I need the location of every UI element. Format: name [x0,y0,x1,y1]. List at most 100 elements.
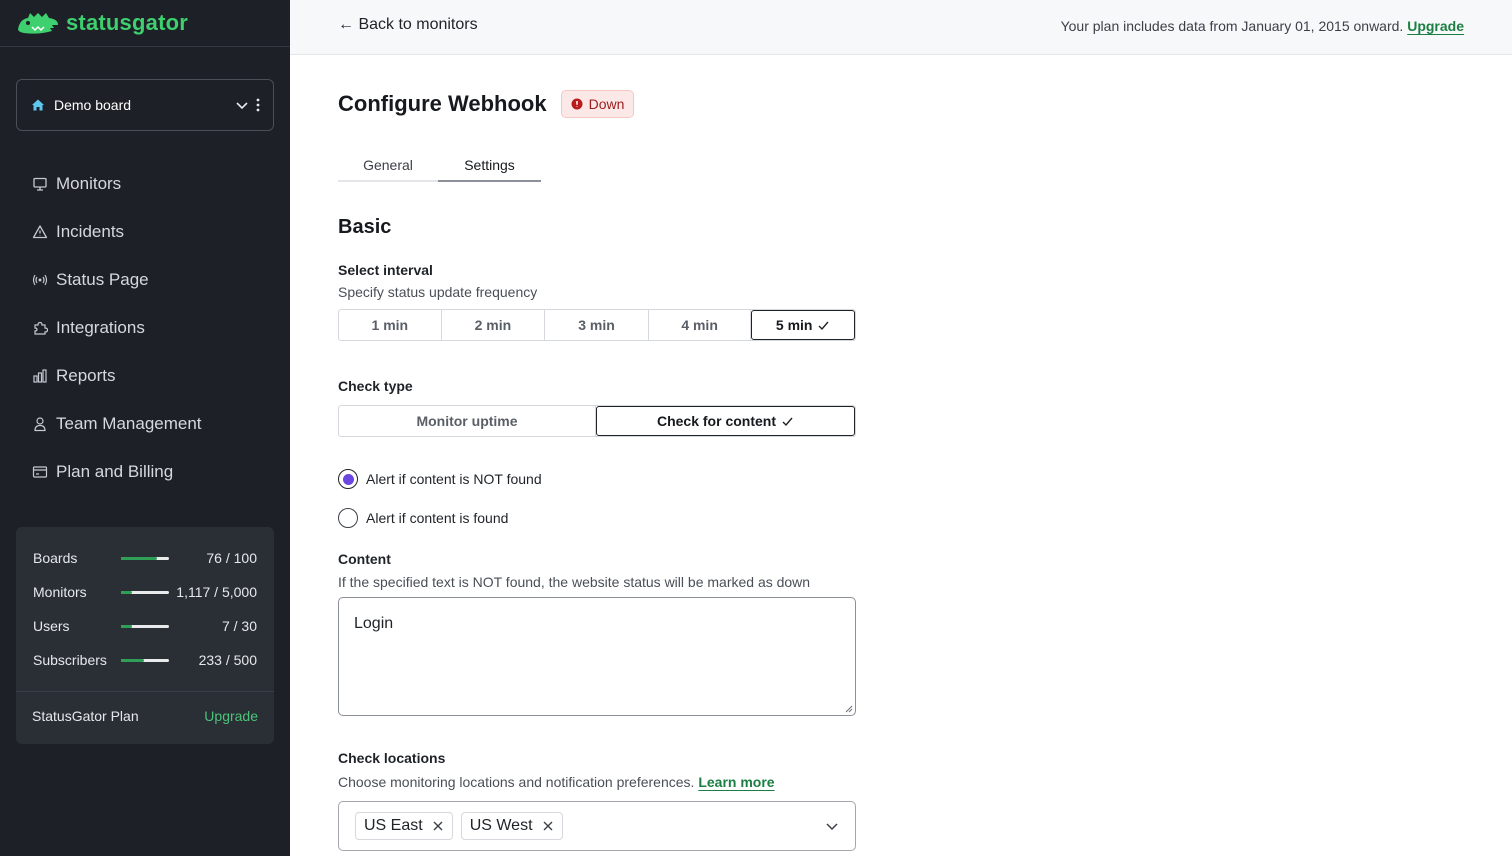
bar-chart-icon [33,369,47,383]
radio-button[interactable] [338,469,358,489]
board-name: Demo board [54,97,132,113]
monitor-icon [33,177,47,191]
plan-row: StatusGator Plan Upgrade [32,708,258,724]
alert-found-option[interactable]: Alert if content is found [338,508,508,528]
divider [16,691,274,692]
usage-bar-fill [121,624,133,628]
page-title: Configure Webhook [338,91,547,116]
learn-more-link[interactable]: Learn more [698,774,774,790]
usage-row-monitors: Monitors 1,117 / 5,000 [33,582,257,602]
chevron-down-icon[interactable] [825,819,839,833]
content-label: Content [338,551,391,567]
radio-button[interactable] [338,508,358,528]
radio-label: Alert if content is found [366,510,509,526]
locations-hint: Choose monitoring locations and notifica… [338,774,775,790]
nav-item-monitors[interactable]: Monitors [16,160,274,208]
interval-option-5min[interactable]: 5 min [751,310,855,340]
divider [0,46,290,47]
nav-item-integrations[interactable]: Integrations [16,304,274,352]
brand-logo-link[interactable]: statusgator [16,8,188,38]
back-to-monitors-link[interactable]: ← Back to monitors [338,16,478,34]
check-icon [818,321,830,330]
usage-bar [121,590,169,594]
chip-label: US East [364,817,423,834]
status-badge: Down [560,90,635,118]
interval-option-3min[interactable]: 3 min [545,310,649,340]
nav-item-incidents[interactable]: Incidents [16,208,274,256]
usage-bar [121,624,169,628]
main-nav: Monitors Incidents Status Page Integrati… [16,160,274,496]
nav-item-plan-billing[interactable]: Plan and Billing [16,448,274,496]
usage-bar-fill [121,556,158,560]
usage-value: 7 / 30 [221,618,257,634]
page-header: Configure Webhook Down [338,90,635,118]
content-hint: If the specified text is NOT found, the … [338,574,811,590]
nav-label: Monitors [56,174,122,193]
nav-label: Plan and Billing [56,462,174,481]
topbar-upgrade-link[interactable]: Upgrade [1407,18,1464,34]
tab-settings[interactable]: Settings [438,150,541,182]
nav-item-status-page[interactable]: Status Page [16,256,274,304]
usage-bar-fill [121,658,144,662]
puzzle-icon [34,321,48,335]
board-selector[interactable]: Demo board [16,79,274,131]
option-label: Monitor uptime [416,413,518,429]
broadcast-icon [32,274,48,286]
nav-label: Team Management [56,414,202,433]
locations-hint-text: Choose monitoring locations and notifica… [338,774,695,790]
usage-bar-fill [121,590,132,594]
interval-hint: Specify status update frequency [338,284,538,300]
credit-card-icon [32,466,48,478]
usage-label: Users [33,618,70,634]
status-text: Down [588,96,625,112]
user-icon [34,417,46,432]
nav-label: Reports [56,366,116,385]
locations-label: Check locations [338,750,446,766]
check-type-check-content[interactable]: Check for content [596,406,855,436]
option-label: 4 min [681,317,718,333]
alert-not-found-option[interactable]: Alert if content is NOT found [338,469,542,489]
usage-value: 76 / 100 [206,550,257,566]
nav-item-reports[interactable]: Reports [16,352,274,400]
location-chip-us-east: US East [355,812,453,840]
content-textarea[interactable]: Login [338,597,856,716]
tab-general[interactable]: General [338,150,438,182]
option-label: 2 min [474,317,512,333]
usage-row-users: Users 7 / 30 [33,616,257,636]
nav-item-team-management[interactable]: Team Management [16,400,274,448]
locations-multiselect[interactable]: US East US West [338,801,856,851]
chip-label: US West [469,817,533,834]
usage-label: Subscribers [33,652,107,668]
usage-label: Boards [33,550,78,566]
content-value: Login [354,615,394,632]
sidebar: statusgator Demo board Monitors Incident… [0,0,290,856]
interval-option-2min[interactable]: 2 min [442,310,546,340]
alert-circle-icon [571,98,583,110]
plan-notice-text: Your plan includes data from January 01,… [1060,18,1404,34]
usage-label: Monitors [33,584,87,600]
usage-value: 1,117 / 5,000 [176,584,257,600]
usage-row-subscribers: Subscribers 233 / 500 [33,650,257,670]
resize-handle-icon[interactable] [845,705,853,713]
interval-option-4min[interactable]: 4 min [649,310,752,340]
chevron-down-icon[interactable] [235,98,249,112]
interval-label: Select interval [338,262,433,278]
check-type-monitor-uptime[interactable]: Monitor uptime [339,406,596,436]
plan-name: StatusGator Plan [32,708,139,724]
sidebar-upgrade-link[interactable]: Upgrade [204,708,258,724]
usage-value: 233 / 500 [198,652,257,668]
close-icon[interactable] [542,820,554,832]
option-label: 3 min [578,317,615,333]
interval-option-1min[interactable]: 1 min [339,310,442,340]
kebab-menu-icon[interactable] [255,98,261,112]
option-label: Check for content [656,413,776,429]
check-icon [782,417,793,426]
home-icon [32,99,44,111]
brand-name: statusgator [66,10,188,35]
nav-label: Incidents [56,222,125,241]
close-icon[interactable] [432,820,444,832]
radio-label: Alert if content is NOT found [366,471,542,487]
check-type-selector: Monitor uptime Check for content [338,405,856,437]
nav-label: Integrations [56,318,145,337]
section-title: Basic [338,216,392,238]
